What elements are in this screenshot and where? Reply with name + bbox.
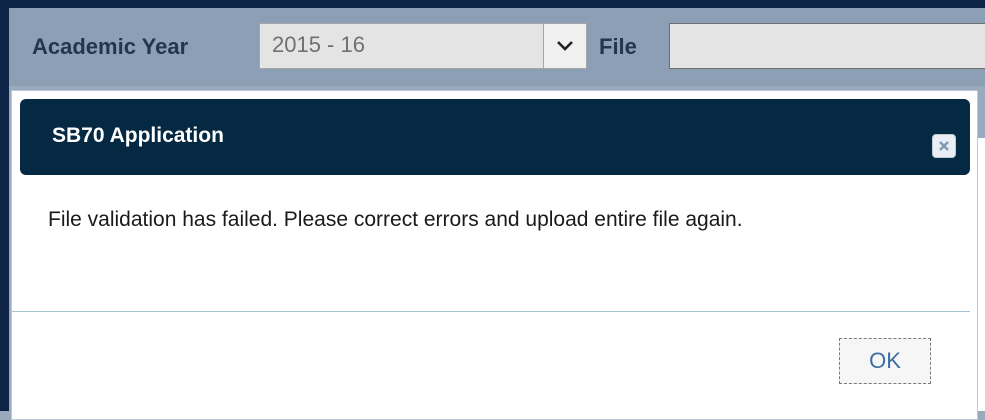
academic-year-select[interactable]: 2015 - 16 xyxy=(259,23,587,69)
dialog-title: SB70 Application xyxy=(52,124,224,147)
dialog-message: File validation has failed. Please corre… xyxy=(48,208,743,231)
filter-toolbar: Academic Year 2015 - 16 File xyxy=(9,8,985,86)
dialog-header: SB70 Application xyxy=(20,99,970,175)
error-dialog: SB70 Application File validation has fai… xyxy=(11,90,978,420)
file-label: File xyxy=(599,34,637,59)
dialog-close-button[interactable] xyxy=(932,134,956,158)
academic-year-value: 2015 - 16 xyxy=(272,32,365,57)
window-frame-top xyxy=(0,0,985,8)
academic-year-label: Academic Year xyxy=(32,34,189,59)
academic-year-dropdown-button[interactable] xyxy=(543,24,586,68)
dialog-divider xyxy=(12,311,970,312)
chevron-down-icon xyxy=(557,41,573,51)
close-icon xyxy=(939,141,949,151)
file-input[interactable] xyxy=(669,23,985,69)
ok-button[interactable]: OK xyxy=(839,338,931,384)
window-frame-left xyxy=(0,0,9,411)
background-panel xyxy=(978,138,985,411)
